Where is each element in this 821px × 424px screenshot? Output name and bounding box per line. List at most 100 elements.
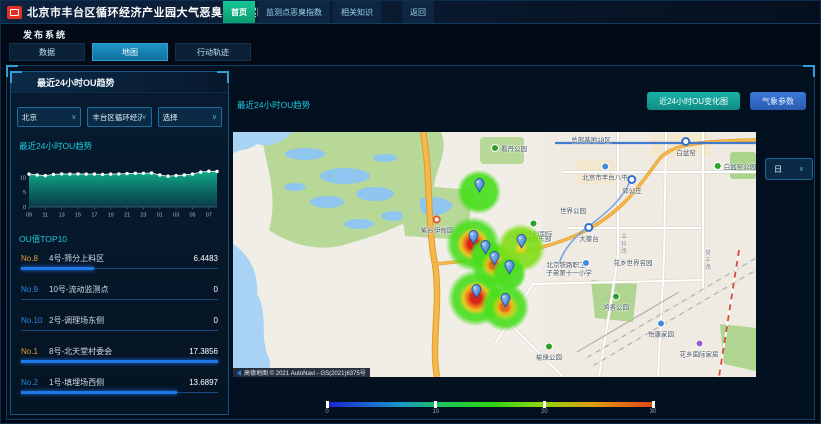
trend-chart-label: 最近24小时OU趋势 [19, 140, 228, 152]
progress-track [21, 392, 218, 393]
top-list-item-line: No.910号-流动监测点0 [21, 284, 218, 295]
svg-text:09: 09 [26, 213, 32, 219]
rank-label: No.8 [21, 254, 49, 263]
progress-fill [21, 267, 94, 270]
legend-tick-label: 10 [432, 409, 439, 415]
top-list-item-line: No.102号-调理场东侧0 [21, 315, 218, 326]
map-marker-pin[interactable] [468, 230, 479, 245]
progress-track [21, 268, 218, 269]
svg-text:5: 5 [23, 190, 26, 196]
map-marker-pin[interactable] [504, 260, 515, 275]
svg-text:03: 03 [173, 213, 179, 219]
filter-select-0[interactable]: 北京∨ [17, 107, 81, 127]
nav-item-3[interactable]: 返回 [402, 1, 434, 23]
svg-text:21: 21 [124, 213, 130, 219]
chevron-down-icon: ∨ [71, 113, 76, 121]
header-bar: 北京市丰台区循环经济产业园大气恶臭状况实时 首页监测点恶臭指数相关知识返回 [1, 1, 820, 24]
svg-text:11: 11 [42, 213, 48, 219]
svg-text:01: 01 [157, 213, 163, 219]
nav-item-0[interactable]: 首页 [223, 1, 255, 23]
publish-system-label: 发布系统 [23, 28, 67, 41]
region-select-group: 北京∨丰台区循环经济产∨选择∨ [17, 107, 222, 127]
heat-legend-gradient [327, 402, 653, 407]
progress-fill [21, 391, 177, 394]
svg-text:13: 13 [59, 213, 65, 219]
map-marker-pin[interactable] [489, 251, 500, 266]
map-marker-pin[interactable] [500, 293, 511, 308]
map-button-0[interactable]: 近24小时OU变化图 [647, 92, 740, 110]
heat-legend-labels: 0102030 [327, 409, 653, 418]
ou-value: 6.4483 [194, 254, 218, 263]
chevron-down-icon: ∨ [142, 113, 147, 121]
rank-label: No.10 [21, 316, 49, 325]
top-list-item-line: No.84号-筛分上料区6.4483 [21, 253, 218, 264]
left-panel-header: 最近24小时OU趋势 [11, 72, 228, 93]
svg-text:19: 19 [108, 213, 114, 219]
station-name: 10号-流动监测点 [49, 284, 214, 295]
legend-tick-label: 20 [541, 409, 548, 415]
ou-value: 13.6897 [189, 378, 218, 387]
legend-tick [652, 401, 655, 408]
station-name: 2号-调理场东侧 [49, 315, 214, 326]
svg-text:23: 23 [140, 213, 146, 219]
view-tab-0[interactable]: 数据 [9, 43, 85, 61]
filter-select-1[interactable]: 丰台区循环经济产∨ [87, 107, 151, 127]
filter-select-value: 选择 [163, 112, 212, 123]
legend-tick [434, 401, 437, 408]
map-marker-pin[interactable] [474, 178, 485, 193]
svg-text:10: 10 [20, 176, 26, 182]
time-granularity-select[interactable]: 日 ∨ [765, 158, 813, 180]
progress-track [21, 330, 218, 331]
app-root: 北京市丰台区循环经济产业园大气恶臭状况实时 首页监测点恶臭指数相关知识返回 发布… [0, 0, 821, 424]
app-logo-icon [7, 6, 22, 19]
map-button-group: 近24小时OU变化图气象参数 [647, 92, 806, 110]
rank-label: No.2 [21, 378, 49, 387]
ou-trend-chart: 0510091113151719212301030507 [13, 157, 226, 221]
map-attribution: 高德地图 © 2021 AutoNavi - GS(2021)6375号 [233, 368, 370, 377]
chevron-down-icon: ∨ [212, 113, 217, 121]
top-list-item-line: No.21号-填埋场西侧13.6897 [21, 377, 218, 388]
content-panel: 最近24小时OU趋势 北京∨丰台区循环经济产∨选择∨ 最近24小时OU趋势 05… [6, 65, 815, 420]
map-markers-layer [233, 132, 756, 377]
chevron-down-icon: ∨ [799, 165, 804, 173]
amap-logo-icon [237, 370, 241, 376]
map-marker-pin[interactable] [471, 284, 482, 299]
top-list-item: No.84号-筛分上料区6.4483 [21, 253, 218, 269]
ou-value: 17.3856 [189, 347, 218, 356]
ou-value: 0 [214, 316, 218, 325]
legend-tick [326, 401, 329, 408]
view-tabs: 数据地图行动轨迹 [9, 43, 251, 61]
svg-text:07: 07 [206, 213, 212, 219]
filter-select-value: 北京 [22, 112, 71, 123]
top-list-item: No.102号-调理场东侧0 [21, 315, 218, 331]
legend-tick-label: 0 [325, 409, 328, 415]
left-panel-title: 最近24小时OU趋势 [37, 76, 115, 89]
view-tab-1[interactable]: 地图 [92, 43, 168, 61]
map-container[interactable]: 看丹公园总部基地18区白盆窑白盆窑公园北京市丰台八中郭公庄大葆台世界公园紫谷伊甸… [233, 132, 756, 377]
rank-label: No.1 [21, 347, 49, 356]
top-list-item-line: No.18号-北天堂村委会17.3856 [21, 346, 218, 357]
rank-label: No.9 [21, 285, 49, 294]
main-nav: 首页监测点恶臭指数相关知识返回 [223, 1, 434, 23]
map-button-1[interactable]: 气象参数 [750, 92, 806, 110]
map-marker-pin[interactable] [516, 234, 527, 249]
filter-select-2[interactable]: 选择∨ [158, 107, 222, 127]
legend-tick-label: 30 [650, 409, 657, 415]
progress-fill [21, 360, 218, 363]
time-granularity-value: 日 [774, 164, 799, 175]
ou-value: 0 [214, 285, 218, 294]
view-tab-2[interactable]: 行动轨迹 [175, 43, 251, 61]
top-list-label: OU值TOP10 [19, 233, 228, 245]
map-panel-title: 最近24小时OU趋势 [237, 99, 310, 111]
map-attribution-text: 高德地图 © 2021 AutoNavi - GS(2021)6375号 [244, 368, 366, 377]
nav-item-2[interactable]: 相关知识 [333, 1, 381, 23]
left-panel: 最近24小时OU趋势 北京∨丰台区循环经济产∨选择∨ 最近24小时OU趋势 05… [10, 71, 229, 415]
nav-item-1[interactable]: 监测点恶臭指数 [258, 1, 330, 23]
heat-legend: 0102030 [327, 402, 653, 418]
station-name: 1号-填埋场西侧 [49, 377, 189, 388]
svg-text:15: 15 [75, 213, 81, 219]
progress-track [21, 361, 218, 362]
svg-text:17: 17 [91, 213, 97, 219]
station-name: 4号-筛分上料区 [49, 253, 194, 264]
top-list-item: No.18号-北天堂村委会17.3856 [21, 346, 218, 362]
